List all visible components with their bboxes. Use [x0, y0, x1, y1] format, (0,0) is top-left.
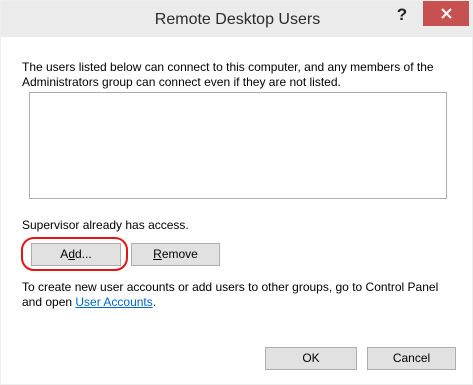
remote-desktop-users-dialog: Remote Desktop Users ? The users listed …: [0, 0, 473, 385]
info-line-2-post: .: [152, 295, 157, 309]
close-icon: [440, 8, 452, 19]
remove-label-post: emove: [161, 247, 198, 261]
title-bar: Remote Desktop Users ?: [1, 1, 473, 37]
remove-button[interactable]: Remove: [131, 243, 220, 266]
user-accounts-link[interactable]: User Accounts: [75, 295, 152, 309]
cancel-button[interactable]: Cancel: [367, 347, 456, 370]
help-button[interactable]: ?: [391, 4, 413, 26]
description-text: The users listed below can connect to th…: [22, 60, 462, 90]
info-text: To create new user accounts or add users…: [22, 280, 462, 310]
user-list[interactable]: [29, 92, 447, 199]
description-line-2: Administrators group can connect even if…: [22, 75, 341, 89]
info-line-2: and open User Accounts.: [22, 295, 462, 310]
highlight-ring: [21, 237, 128, 271]
info-line-1: To create new user accounts or add users…: [22, 280, 439, 294]
close-button[interactable]: [423, 1, 469, 26]
remove-label-mnemonic: R: [153, 247, 162, 261]
access-note: Supervisor already has access.: [22, 218, 189, 232]
info-line-2-pre: and open: [22, 295, 76, 309]
description-line-1: The users listed below can connect to th…: [22, 60, 434, 74]
ok-button[interactable]: OK: [265, 347, 357, 370]
